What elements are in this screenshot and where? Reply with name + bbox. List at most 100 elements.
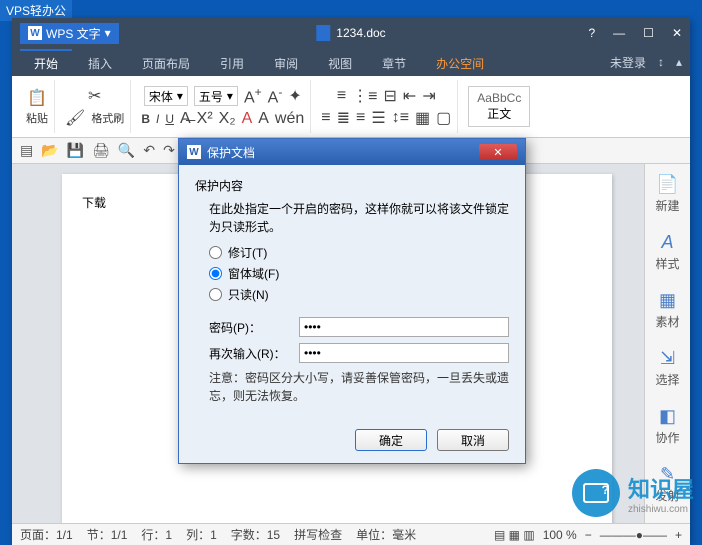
dialog-title: 保护文档: [207, 144, 255, 161]
watermark: 知识屋 zhishiwu.com: [572, 469, 694, 517]
underline-icon[interactable]: U: [165, 110, 174, 128]
ribbon-tabs: 开始 插入 页面布局 引用 审阅 视图 章节 办公空间 未登录 ↕ ▴: [12, 48, 690, 76]
clear-format-icon[interactable]: ✦: [288, 86, 301, 106]
watermark-badge-icon: [572, 469, 620, 517]
side-new[interactable]: 📄新建: [655, 174, 679, 214]
app-badge[interactable]: WPS 文字 ▾: [20, 23, 119, 44]
multilevel-list-icon[interactable]: ⊟: [384, 86, 397, 106]
status-spell[interactable]: 拼写检查: [294, 526, 342, 543]
collab-icon: ◧: [659, 406, 676, 427]
ribbon: 📋 粘贴 ✂ 🖌 格式刷 宋体▾ 五号▾ A+ A- ✦ B I U: [12, 76, 690, 138]
line-spacing-icon[interactable]: ↕≡: [392, 109, 409, 127]
view-mode-icon[interactable]: ▤ ▦ ▥: [494, 528, 535, 542]
align-left-icon[interactable]: ≡: [321, 109, 330, 127]
strike-icon[interactable]: A̶: [180, 110, 191, 128]
watermark-brand: 知识屋: [628, 472, 694, 504]
ok-button[interactable]: 确定: [355, 429, 427, 451]
close-button[interactable]: ✕: [672, 26, 682, 40]
chevron-up-icon[interactable]: ▴: [676, 55, 682, 69]
zoom-slider[interactable]: ———●——: [600, 528, 667, 542]
font-color-icon[interactable]: A: [242, 110, 253, 128]
indent-left-icon[interactable]: ⇤: [403, 86, 416, 106]
tab-chapter[interactable]: 章节: [368, 49, 420, 76]
shading-icon[interactable]: ▦: [415, 108, 430, 128]
open-icon[interactable]: 📂: [41, 142, 58, 159]
number-list-icon[interactable]: ⋮≡: [352, 86, 377, 106]
superscript-icon[interactable]: X²: [197, 110, 213, 128]
tab-insert[interactable]: 插入: [74, 49, 126, 76]
zoom-out-icon[interactable]: −: [585, 528, 592, 542]
borders-icon[interactable]: ▢: [436, 108, 451, 128]
document-title-group: 1234.doc: [316, 25, 385, 41]
print-icon[interactable]: 🖨: [92, 142, 110, 159]
dialog-titlebar[interactable]: W 保护文档 ✕: [179, 139, 525, 165]
format-painter-icon[interactable]: 🖌: [65, 108, 85, 128]
sync-icon[interactable]: ↕: [658, 55, 664, 69]
cut-icon[interactable]: ✂: [88, 86, 101, 106]
dialog-close-button[interactable]: ✕: [479, 144, 517, 160]
minimize-button[interactable]: —: [613, 26, 625, 40]
paste-label: 粘贴: [26, 110, 48, 126]
radio-form-fields[interactable]: 窗体域(F): [209, 263, 509, 284]
side-select[interactable]: ⇲选择: [655, 348, 679, 388]
side-sync[interactable]: ⟳同步: [655, 522, 679, 523]
materials-icon: ▦: [659, 290, 676, 311]
subscript-icon[interactable]: X₂: [219, 110, 236, 128]
paste-icon[interactable]: 📋: [27, 88, 47, 108]
status-section: 节：1/1: [87, 526, 128, 543]
app-name: WPS 文字: [46, 25, 101, 42]
status-unit[interactable]: 单位：毫米: [356, 526, 416, 543]
save-icon[interactable]: 💾: [67, 142, 84, 159]
side-styles[interactable]: A样式: [655, 232, 679, 272]
style-preview: AaBbCc: [477, 91, 521, 105]
indent-right-icon[interactable]: ⇥: [422, 86, 435, 106]
password-confirm-label: 再次输入(R)：: [209, 345, 291, 362]
tab-references[interactable]: 引用: [206, 49, 258, 76]
password-label: 密码(P)：: [209, 319, 291, 336]
align-right-icon[interactable]: ≡: [356, 109, 365, 127]
side-materials[interactable]: ▦素材: [655, 290, 679, 330]
password-input[interactable]: [299, 317, 509, 337]
login-link[interactable]: 未登录: [610, 54, 646, 71]
bold-icon[interactable]: B: [141, 110, 150, 128]
protect-document-dialog: W 保护文档 ✕ 保护内容 在此处指定一个开启的密码，这样你就可以将该文件锁定为…: [178, 138, 526, 464]
align-center-icon[interactable]: ≣: [337, 108, 350, 128]
undo-icon[interactable]: ↶: [143, 142, 155, 159]
cancel-button[interactable]: 取消: [437, 429, 509, 451]
phonetic-icon[interactable]: wén: [275, 110, 304, 128]
document-icon: [316, 25, 330, 41]
font-name-select[interactable]: 宋体▾: [144, 86, 188, 106]
highlight-icon[interactable]: A: [258, 110, 269, 128]
bullet-list-icon[interactable]: ≡: [337, 87, 346, 105]
tab-layout[interactable]: 页面布局: [128, 49, 204, 76]
side-collab[interactable]: ◧协作: [655, 406, 679, 446]
preview-icon[interactable]: 🔍: [118, 142, 135, 159]
italic-icon[interactable]: I: [156, 110, 159, 128]
password-confirm-input[interactable]: [299, 343, 509, 363]
style-normal[interactable]: AaBbCc 正文: [468, 86, 530, 127]
tab-cloud[interactable]: 办公空间: [422, 49, 498, 76]
dialog-app-icon: W: [187, 145, 201, 159]
radio-readonly[interactable]: 只读(N): [209, 284, 509, 305]
tab-start[interactable]: 开始: [20, 49, 72, 76]
shrink-font-icon[interactable]: A-: [268, 85, 283, 107]
radio-track-changes[interactable]: 修订(T): [209, 242, 509, 263]
document-name: 1234.doc: [336, 26, 385, 40]
tab-view[interactable]: 视图: [314, 49, 366, 76]
help-icon[interactable]: ?: [588, 26, 595, 40]
tab-review[interactable]: 审阅: [260, 49, 312, 76]
new-icon[interactable]: ▤: [20, 142, 33, 159]
grow-font-icon[interactable]: A+: [244, 85, 262, 107]
justify-icon[interactable]: ☰: [371, 108, 385, 128]
zoom-in-icon[interactable]: +: [675, 528, 682, 542]
style-name: 正文: [487, 105, 511, 122]
maximize-button[interactable]: ☐: [643, 26, 654, 40]
font-size-select[interactable]: 五号▾: [194, 86, 238, 106]
styles-icon: A: [661, 232, 673, 253]
select-icon: ⇲: [660, 348, 675, 369]
status-line: 行：1: [141, 526, 172, 543]
dialog-note: 注意：密码区分大小写，请妥善保管密码，一旦丢失或遗忘，则无法恢复。: [209, 369, 509, 405]
format-painter-label: 格式刷: [91, 110, 124, 126]
zoom-level[interactable]: 100 %: [543, 528, 577, 542]
redo-icon[interactable]: ↷: [163, 142, 175, 159]
